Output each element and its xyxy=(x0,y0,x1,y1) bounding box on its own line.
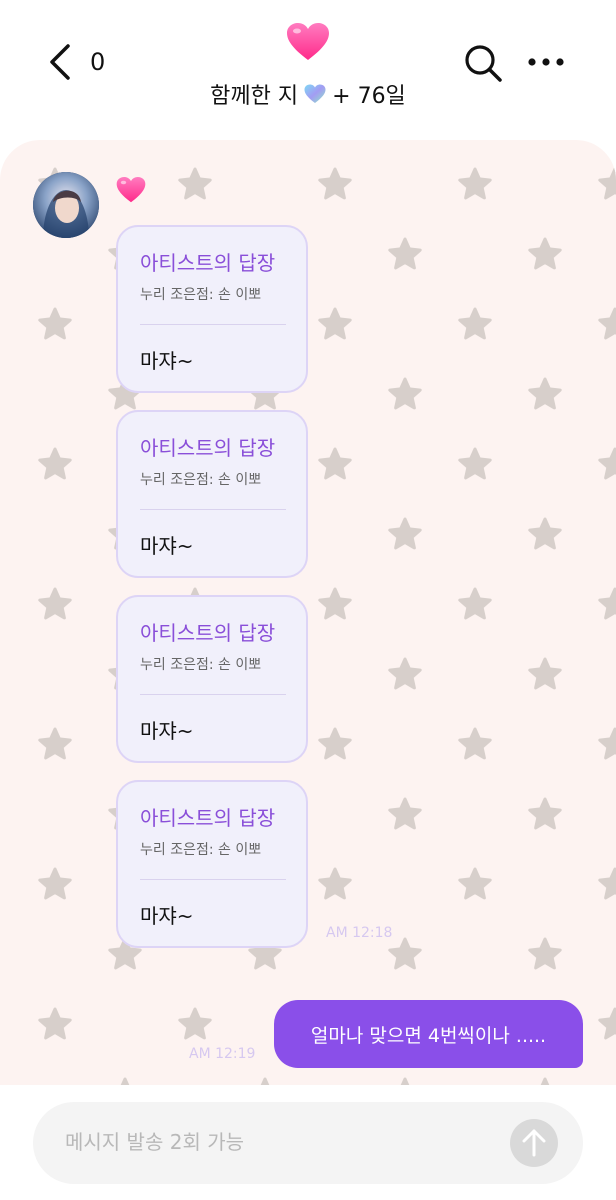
star-icon xyxy=(598,727,616,760)
avatar-image xyxy=(33,172,99,238)
star-icon xyxy=(388,657,422,690)
star-icon xyxy=(458,447,492,480)
star-pattern-background xyxy=(38,167,616,1085)
reply-title: 아티스트의 답장 xyxy=(140,806,276,830)
rainbow-heart-icon xyxy=(304,84,326,103)
days-together: 함께한 지 + 76일 xyxy=(0,78,616,110)
star-icon xyxy=(458,587,492,620)
reply-quote: 누리 조은점: 손 이뽀 xyxy=(140,287,262,303)
more-options-icon[interactable] xyxy=(526,50,566,74)
chat-header: 0 함께한 지 + 76일 xyxy=(0,0,616,140)
star-icon xyxy=(178,167,212,200)
heart-icon xyxy=(116,177,146,203)
star-icon xyxy=(38,727,72,760)
artist-reply-card[interactable]: 아티스트의 답장 누리 조은점: 손 이뽀 마쟈~ xyxy=(116,780,308,948)
search-icon[interactable] xyxy=(462,42,504,84)
star-icon xyxy=(528,797,562,830)
chat-area[interactable]: 아티스트의 답장 누리 조은점: 손 이뽀 마쟈~ 아티스트의 답장 누리 조은… xyxy=(0,140,616,1085)
star-icon xyxy=(388,377,422,410)
star-icon xyxy=(318,447,352,480)
star-icon xyxy=(318,167,352,200)
star-icon xyxy=(598,867,616,900)
star-icon xyxy=(178,1007,212,1040)
send-button[interactable] xyxy=(510,1119,558,1167)
heart-icon xyxy=(287,23,329,60)
my-message-bubble[interactable]: 얼마나 맞으면 4번씩이나 ..... xyxy=(274,1000,583,1068)
artist-message-time: AM 12:18 xyxy=(326,925,393,941)
star-icon xyxy=(458,307,492,340)
star-icon xyxy=(528,237,562,270)
divider xyxy=(140,324,286,325)
reply-quote: 누리 조은점: 손 이뽀 xyxy=(140,842,262,858)
my-message-text: 얼마나 맞으면 4번씩이나 ..... xyxy=(310,1024,547,1047)
divider xyxy=(140,694,286,695)
star-icon xyxy=(388,797,422,830)
artist-reply-card[interactable]: 아티스트의 답장 누리 조은점: 손 이뽀 마쟈~ xyxy=(116,595,308,763)
star-icon xyxy=(38,867,72,900)
reply-body: 마쟈~ xyxy=(140,534,194,558)
star-icon xyxy=(388,517,422,550)
star-icon xyxy=(528,657,562,690)
reply-title: 아티스트의 답장 xyxy=(140,436,276,460)
star-icon xyxy=(388,237,422,270)
reply-body: 마쟈~ xyxy=(140,719,194,743)
artist-avatar[interactable] xyxy=(33,172,99,238)
star-icon xyxy=(318,867,352,900)
reply-title: 아티스트의 답장 xyxy=(140,621,276,645)
star-icon xyxy=(528,937,562,970)
my-message-time: AM 12:19 xyxy=(189,1046,256,1062)
arrow-up-icon xyxy=(522,1129,546,1157)
message-input-container[interactable] xyxy=(33,1102,583,1184)
star-icon xyxy=(38,307,72,340)
star-icon xyxy=(458,867,492,900)
artist-reply-card[interactable]: 아티스트의 답장 누리 조은점: 손 이뽀 마쟈~ xyxy=(116,225,308,393)
star-icon xyxy=(38,1007,72,1040)
divider xyxy=(140,509,286,510)
star-icon xyxy=(38,587,72,620)
star-icon xyxy=(318,727,352,760)
together-days: + 76일 xyxy=(332,84,406,109)
star-icon xyxy=(458,167,492,200)
star-icon xyxy=(598,587,616,620)
unread-count: 0 xyxy=(90,48,106,76)
star-icon xyxy=(528,377,562,410)
star-icon xyxy=(458,727,492,760)
star-icon xyxy=(318,307,352,340)
star-icon xyxy=(388,937,422,970)
reply-body: 마쟈~ xyxy=(140,349,194,373)
together-prefix: 함께한 지 xyxy=(210,84,299,109)
star-icon xyxy=(598,167,616,200)
reply-title: 아티스트의 답장 xyxy=(140,251,276,275)
star-icon xyxy=(318,587,352,620)
star-icon xyxy=(38,447,72,480)
reply-body: 마쟈~ xyxy=(140,904,194,928)
star-icon xyxy=(528,517,562,550)
artist-reply-card[interactable]: 아티스트의 답장 누리 조은점: 손 이뽀 마쟈~ xyxy=(116,410,308,578)
message-input[interactable] xyxy=(65,1122,485,1162)
star-icon xyxy=(598,1007,616,1040)
message-input-bar xyxy=(0,1085,616,1200)
reply-quote: 누리 조은점: 손 이뽀 xyxy=(140,657,262,673)
star-icon xyxy=(598,447,616,480)
divider xyxy=(140,879,286,880)
reply-quote: 누리 조은점: 손 이뽀 xyxy=(140,472,262,488)
star-icon xyxy=(598,307,616,340)
